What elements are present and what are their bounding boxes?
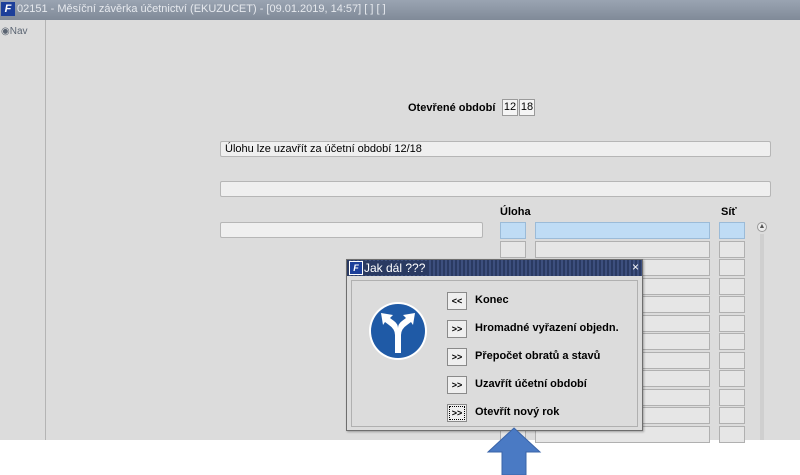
net-check-cell[interactable] <box>719 370 745 387</box>
nav-link[interactable]: ◉Nav <box>1 26 28 37</box>
column-header-net: Síť <box>721 206 737 218</box>
net-check-cell[interactable] <box>719 388 745 406</box>
dialog-body: << Konec >> Hromadné vyřazení objedn. >>… <box>351 280 638 427</box>
nav-icon: ◉ <box>1 26 10 37</box>
task-name-cell[interactable] <box>535 240 710 258</box>
net-check-cell[interactable] <box>719 407 745 424</box>
window-title: 02151 - Měsíční závěrka účetnictví (EKUZ… <box>17 3 386 15</box>
app-logo-icon: F <box>1 2 15 16</box>
direction-sign-icon <box>369 302 427 360</box>
hromadne-vyrazeni-button[interactable]: >> <box>447 320 467 338</box>
down-arrow-icon <box>486 427 542 475</box>
dialog-titlebar: F Jak dál ??? × <box>347 260 642 276</box>
task-check-cell[interactable] <box>500 240 526 258</box>
net-check-cell[interactable] <box>719 425 745 443</box>
net-check-cell[interactable] <box>719 314 745 332</box>
window-titlebar: F 02151 - Měsíční závěrka účetnictví (EK… <box>0 0 800 20</box>
uzavrit-obdobi-button[interactable]: >> <box>447 376 467 394</box>
task-detail-field[interactable] <box>220 222 483 238</box>
task-check-cell[interactable] <box>500 222 526 239</box>
column-header-task: Úloha <box>500 206 531 218</box>
period-month-field[interactable]: 12 <box>502 99 518 116</box>
status-message-field[interactable]: Úlohu lze uzavřít za účetní období 12/18 <box>220 141 771 157</box>
nav-label: Nav <box>9 26 28 37</box>
prepocet-button[interactable]: >> <box>447 348 467 366</box>
net-check-cell[interactable] <box>719 296 745 313</box>
app-logo-icon: F <box>349 261 363 275</box>
period-label: Otevřené období <box>408 102 496 114</box>
dialog-jak-dal: F Jak dál ??? × << Konec >> Hromadné vyř… <box>346 259 643 431</box>
hromadne-vyrazeni-label: Hromadné vyřazení objedn. <box>475 322 619 334</box>
info-field[interactable] <box>220 181 771 197</box>
konec-label: Konec <box>475 294 509 306</box>
uzavrit-obdobi-label: Uzavřít účetní období <box>475 378 587 390</box>
net-check-cell[interactable] <box>719 222 745 239</box>
net-check-cell[interactable] <box>719 351 745 369</box>
net-check-cell[interactable] <box>719 259 745 276</box>
otevrit-novy-rok-label: Otevřít nový rok <box>475 406 560 418</box>
close-icon[interactable]: × <box>632 260 639 275</box>
left-panel: ◉Nav <box>0 20 46 440</box>
konec-button[interactable]: << <box>447 292 467 310</box>
net-check-cell[interactable] <box>719 277 745 295</box>
net-check-cell[interactable] <box>719 333 745 350</box>
scroll-up-icon[interactable]: ▲ <box>757 222 767 232</box>
dialog-title: Jak dál ??? <box>364 261 429 275</box>
period-year-field[interactable]: 18 <box>519 99 535 116</box>
net-check-cell[interactable] <box>719 240 745 258</box>
task-name-cell[interactable] <box>535 222 710 239</box>
otevrit-novy-rok-button[interactable]: >> <box>447 404 467 422</box>
scrollbar-track[interactable] <box>760 234 764 440</box>
prepocet-label: Přepočet obratů a stavů <box>475 350 601 362</box>
